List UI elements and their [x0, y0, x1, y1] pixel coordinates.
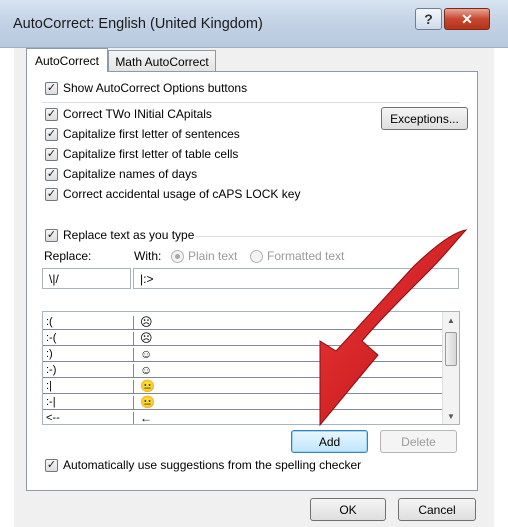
- row-replace-cell: <--: [46, 412, 60, 424]
- row-with-cell: ☺: [140, 347, 153, 361]
- caps-lock-label: Correct accidental usage of cAPS LOCK ke…: [63, 187, 301, 201]
- replace-text-checkbox[interactable]: ✓: [45, 229, 58, 242]
- scroll-up-icon[interactable]: ▲: [443, 312, 459, 328]
- spelling-suggestions-label: Automatically use suggestions from the s…: [63, 458, 362, 472]
- list-scrollbar[interactable]: ▲ ▼: [442, 312, 459, 424]
- row-with-cell: ←: [140, 411, 152, 425]
- row-replace-cell: :-(: [46, 332, 57, 344]
- with-input[interactable]: |:>: [133, 268, 459, 289]
- plain-text-label: Plain text: [188, 249, 238, 263]
- exceptions-button[interactable]: Exceptions...: [381, 107, 468, 130]
- formatted-text-label: Formatted text: [267, 249, 345, 263]
- cancel-label: Cancel: [418, 502, 456, 517]
- row-with-cell: ☺: [140, 363, 153, 377]
- tab-math-autocorrect[interactable]: Math AutoCorrect: [108, 50, 216, 72]
- table-row[interactable]: :-| 😐: [43, 395, 443, 410]
- row-with-cell: 😐: [140, 395, 155, 409]
- table-row[interactable]: :-) ☺: [43, 363, 443, 378]
- delete-button[interactable]: Delete: [380, 430, 457, 453]
- row-replace-cell: :): [46, 348, 53, 360]
- plain-text-radio[interactable]: [171, 250, 184, 263]
- replace-input[interactable]: \|/: [42, 268, 131, 289]
- spelling-suggestions-checkbox[interactable]: ✓: [45, 459, 58, 472]
- caps-lock-checkbox[interactable]: ✓: [45, 188, 58, 201]
- capitalize-table-cells-label: Capitalize first letter of table cells: [63, 147, 239, 161]
- formatted-text-radio[interactable]: [250, 250, 263, 263]
- correct-two-initial-capitals-checkbox[interactable]: ✓: [45, 108, 58, 121]
- close-button[interactable]: ✕: [444, 8, 490, 30]
- row-with-cell: 😐: [140, 379, 155, 393]
- table-row[interactable]: <-- ←: [43, 411, 443, 425]
- row-replace-cell: :-): [46, 364, 57, 376]
- capitalize-days-checkbox[interactable]: ✓: [45, 168, 58, 181]
- scroll-thumb[interactable]: [445, 332, 457, 366]
- tab-autocorrect[interactable]: AutoCorrect: [26, 48, 108, 72]
- add-button[interactable]: Add: [291, 430, 368, 453]
- help-icon: ?: [424, 11, 433, 27]
- show-options-checkbox[interactable]: ✓: [45, 82, 58, 95]
- scroll-down-icon[interactable]: ▼: [443, 408, 459, 424]
- show-options-label: Show AutoCorrect Options buttons: [63, 81, 248, 95]
- table-row[interactable]: :( ☹: [43, 315, 443, 330]
- replace-label: Replace:: [44, 249, 92, 263]
- capitalize-sentences-label: Capitalize first letter of sentences: [63, 127, 240, 141]
- table-row[interactable]: :| 😐: [43, 379, 443, 394]
- tab-label: Math AutoCorrect: [115, 54, 209, 69]
- row-replace-cell: :-|: [46, 396, 56, 408]
- table-row[interactable]: :-( ☹: [43, 331, 443, 346]
- row-with-cell: ☹: [140, 331, 153, 345]
- row-replace-cell: :|: [46, 380, 52, 392]
- close-icon: ✕: [461, 10, 473, 27]
- capitalize-days-label: Capitalize names of days: [63, 167, 198, 181]
- correct-two-initial-capitals-label: Correct TWo INitial CApitals: [63, 107, 212, 121]
- radio-dot: [175, 254, 180, 259]
- replacement-list[interactable]: :( ☹ :-( ☹ :) ☺ :-) ☺ :| 😐 :-| 😐 <-- ← ▲…: [42, 311, 460, 425]
- window-title: AutoCorrect: English (United Kingdom): [13, 16, 263, 32]
- table-row[interactable]: :) ☺: [43, 347, 443, 362]
- replace-text-label: Replace text as you type: [63, 228, 195, 242]
- with-label: With:: [134, 249, 162, 263]
- divider: [42, 102, 460, 103]
- title-bar: AutoCorrect: English (United Kingdom) ? …: [0, 0, 508, 48]
- add-label: Add: [318, 434, 341, 449]
- exceptions-label: Exceptions...: [390, 111, 459, 126]
- row-replace-cell: :(: [46, 316, 53, 328]
- capitalize-table-cells-checkbox[interactable]: ✓: [45, 148, 58, 161]
- capitalize-sentences-checkbox[interactable]: ✓: [45, 128, 58, 141]
- tab-label: AutoCorrect: [34, 53, 100, 68]
- ok-label: OK: [339, 502, 357, 517]
- row-with-cell: ☹: [140, 315, 153, 329]
- delete-label: Delete: [401, 434, 436, 449]
- ok-button[interactable]: OK: [310, 498, 386, 521]
- cancel-button[interactable]: Cancel: [398, 498, 476, 521]
- help-button[interactable]: ?: [415, 8, 442, 30]
